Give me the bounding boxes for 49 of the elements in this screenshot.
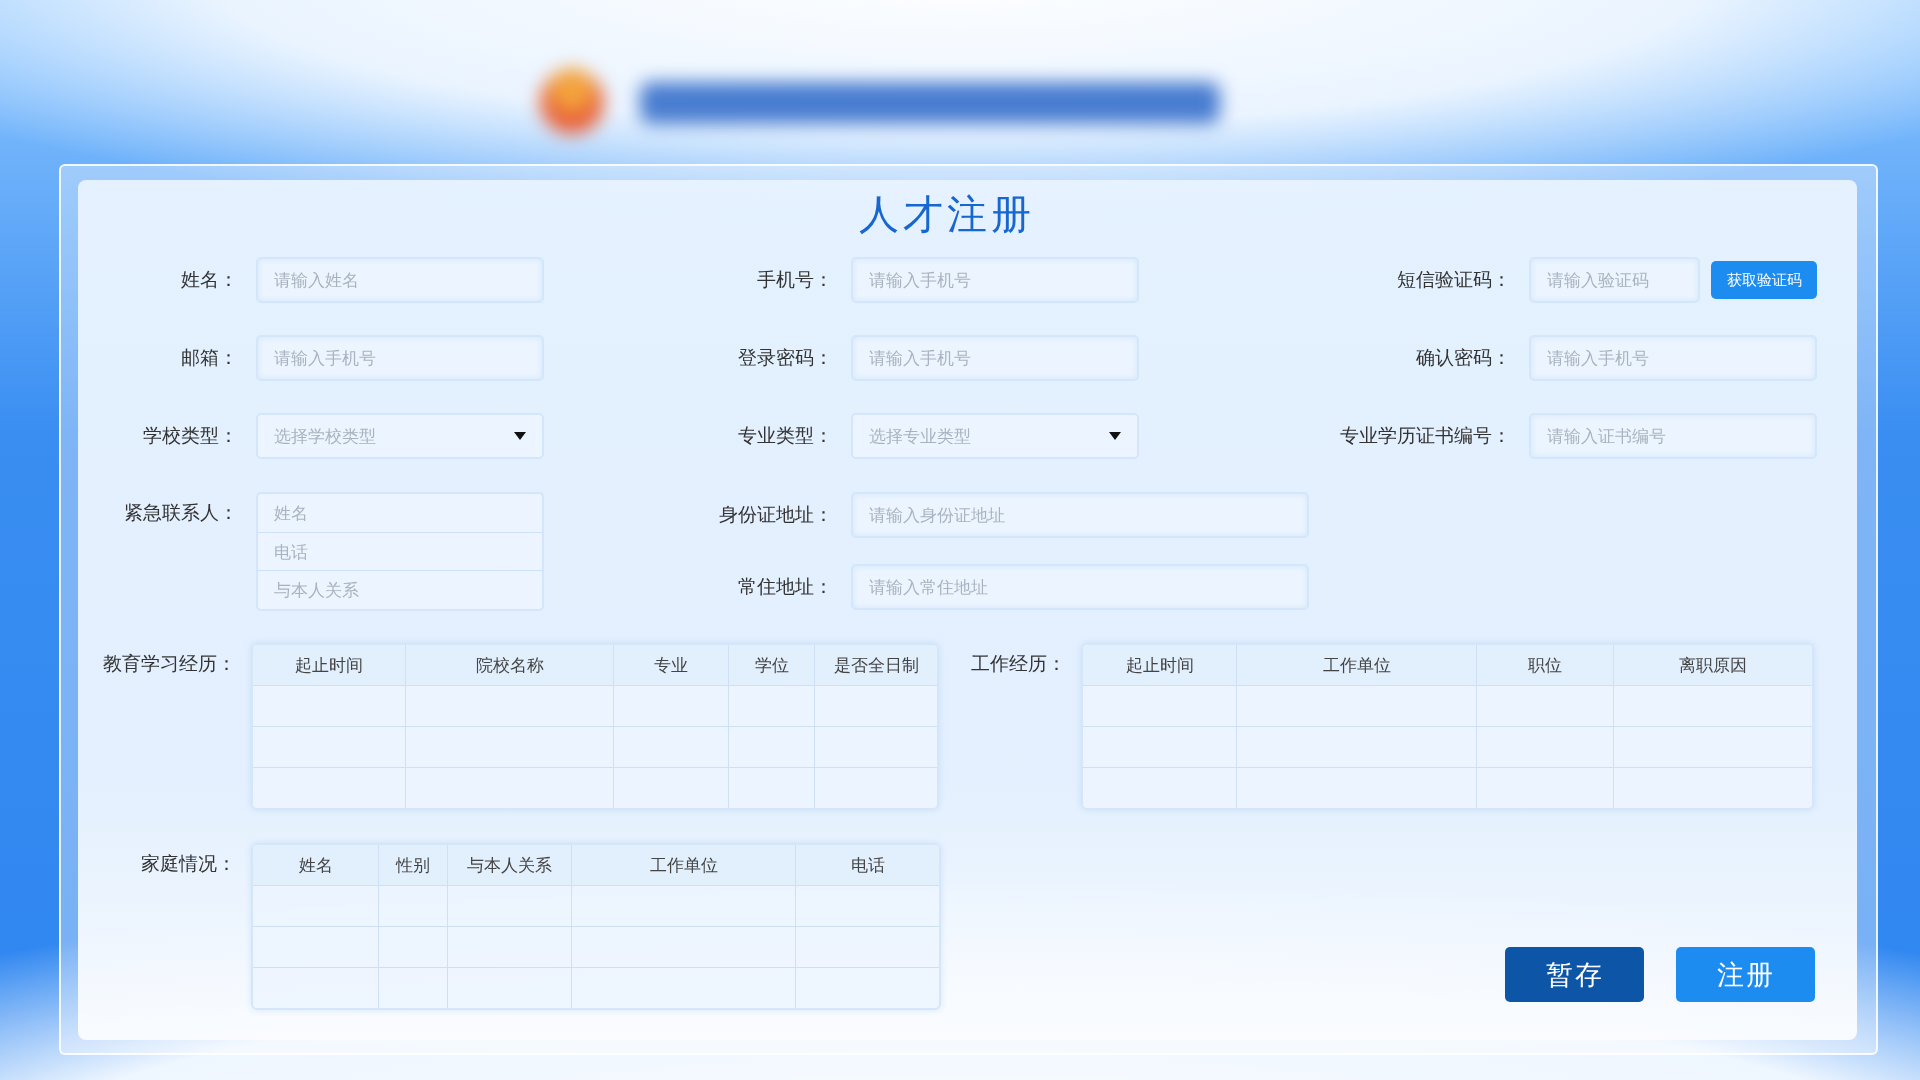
register-button[interactable]: 注册: [1676, 947, 1815, 1002]
input-field[interactable]: 请输入手机号: [851, 335, 1139, 381]
column-header: 职位: [1477, 645, 1614, 685]
section-label: 家庭情况：: [140, 851, 236, 876]
field-label: 邮箱：: [180, 345, 239, 370]
column-header: 学位: [729, 645, 815, 685]
field-label: 紧急联系人：: [123, 500, 239, 525]
page-title: 人才注册: [857, 190, 1036, 239]
caret-icon: [514, 432, 526, 440]
column-header: 与本人关系: [448, 845, 572, 885]
input-field[interactable]: 与本人关系: [256, 571, 544, 611]
column-header: 起止时间: [253, 645, 406, 685]
input-field[interactable]: 请输入手机号: [256, 335, 544, 381]
column-header: 专业: [614, 645, 729, 685]
input-field[interactable]: 请输入手机号: [1529, 335, 1817, 381]
input-field[interactable]: 请输入身份证地址: [851, 492, 1309, 538]
column-header: 工作单位: [1237, 645, 1477, 685]
field-label: 确认密码：: [1415, 345, 1512, 370]
save-draft-button[interactable]: 暂存: [1505, 947, 1644, 1002]
column-header: 离职原因: [1614, 645, 1812, 685]
input-field[interactable]: 请输入验证码: [1529, 257, 1700, 303]
input-field[interactable]: 请输入姓名: [256, 257, 544, 303]
field-label: 常住地址：: [737, 574, 834, 599]
column-header: 起止时间: [1083, 645, 1237, 685]
select-field[interactable]: 选择专业类型: [851, 413, 1139, 459]
column-header: 工作单位: [572, 845, 796, 885]
column-header: 性别: [379, 845, 448, 885]
field-label: 姓名：: [180, 267, 239, 292]
section-label: 教育学习经历：: [102, 651, 236, 676]
input-field[interactable]: 电话: [256, 532, 544, 572]
get-code-button[interactable]: 获取验证码: [1711, 261, 1817, 299]
field-label: 手机号：: [756, 267, 834, 292]
field-label: 登录密码：: [737, 345, 834, 370]
input-field[interactable]: 姓名: [256, 492, 544, 533]
column-header: 电话: [796, 845, 939, 885]
select-field[interactable]: 选择学校类型: [256, 413, 544, 459]
field-label: 学校类型：: [142, 423, 239, 448]
input-field[interactable]: 请输入证书编号: [1529, 413, 1817, 459]
field-label: 身份证地址：: [718, 502, 834, 527]
column-header: 院校名称: [406, 645, 614, 685]
field-label: 专业类型：: [737, 423, 834, 448]
section-label: 工作经历：: [971, 651, 1066, 676]
input-field[interactable]: 请输入常住地址: [851, 564, 1309, 610]
column-header: 是否全日制: [815, 645, 937, 685]
field-label: 短信验证码：: [1396, 267, 1512, 292]
input-field[interactable]: 请输入手机号: [851, 257, 1139, 303]
column-header: 姓名: [253, 845, 379, 885]
field-label: 专业学历证书编号：: [1339, 423, 1512, 448]
caret-icon: [1109, 432, 1121, 440]
